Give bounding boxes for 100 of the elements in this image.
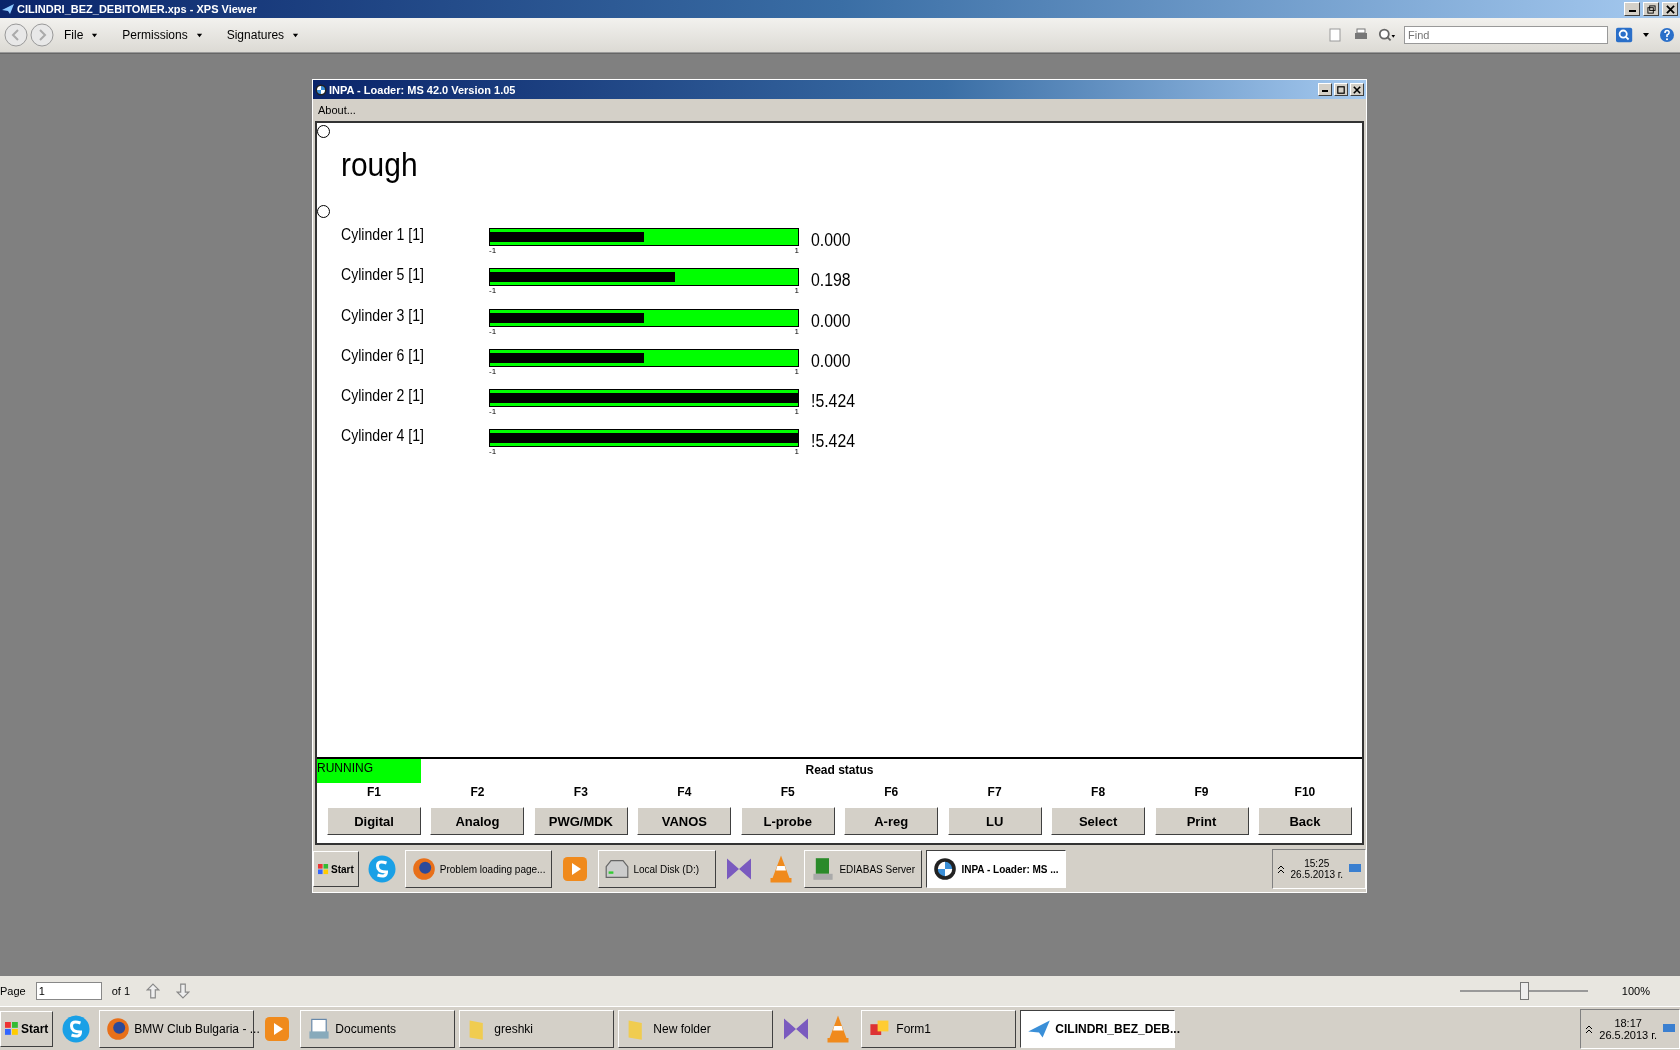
function-button[interactable]: Print (1154, 807, 1249, 835)
window-title: INPA - Loader: MS 42.0 Version 1.05 (329, 83, 516, 96)
clock-time: 18:17 (1614, 1016, 1642, 1029)
clock-date: 26.5.2013 г. (1290, 869, 1343, 880)
function-button[interactable]: Back (1257, 807, 1352, 835)
reading-value: 0.198 (811, 270, 851, 292)
taskbar-button[interactable]: Form1 (861, 1009, 1017, 1048)
cloud-icon[interactable] (366, 854, 397, 884)
reading-value: 0.000 (811, 310, 851, 332)
status-message: Read status (805, 763, 874, 777)
cylinder-label: Cylinder 4 [1] (341, 427, 425, 446)
taskbar-button[interactable]: New folder (618, 1009, 774, 1048)
function-button[interactable]: L-probe (740, 807, 835, 835)
chevron-icon[interactable] (1276, 864, 1285, 874)
key-label: F5 (780, 785, 795, 799)
function-button[interactable]: A-reg (844, 807, 939, 835)
caret-icon (195, 31, 203, 39)
flag-icon (5, 1021, 19, 1036)
scale-max: 1 (794, 366, 799, 377)
restore-icon (1646, 4, 1656, 14)
scale-min: -1 (489, 246, 497, 256)
scale-max: 1 (794, 407, 799, 418)
close-icon (1665, 4, 1675, 14)
menu-item[interactable]: File (56, 28, 107, 42)
window-title: CILINDRI_BEZ_DEBITOMER.xps - XPS Viewer (17, 3, 257, 15)
close-button[interactable] (1350, 83, 1364, 96)
function-button[interactable]: VANOS (637, 807, 732, 835)
taskbar-button[interactable]: Problem loading page... (404, 850, 553, 888)
page-label: Page (0, 985, 26, 997)
menu-item[interactable]: Signatures (218, 28, 308, 42)
start-button[interactable]: Start (313, 851, 359, 887)
forward-icon[interactable] (30, 23, 54, 47)
caret-icon (292, 31, 300, 39)
key-label: F6 (884, 785, 899, 799)
taskbar-button[interactable]: Local Disk (D:) (598, 850, 717, 888)
globe-icon (411, 857, 436, 881)
roundel-icon (315, 83, 327, 96)
cylinder-label: Cylinder 3 [1] (341, 306, 425, 325)
maximize-icon (1337, 85, 1345, 94)
search-field[interactable]: Find (1404, 26, 1608, 44)
up-arrow-icon[interactable] (146, 983, 161, 999)
close-icon (1353, 85, 1361, 94)
key-label: F4 (677, 785, 692, 799)
menu-item[interactable]: About... (318, 104, 356, 116)
key-label: F3 (573, 785, 588, 799)
search-icon[interactable] (1616, 27, 1634, 43)
function-button[interactable]: LU (947, 807, 1042, 835)
key-label: F10 (1294, 785, 1316, 799)
function-button[interactable]: Digital (327, 807, 421, 835)
page-field[interactable]: 1 (35, 982, 102, 1000)
taskbar-button[interactable]: greshki (459, 1009, 615, 1048)
function-button[interactable]: Select (1051, 807, 1146, 835)
status-indicator: RUNNING (317, 759, 421, 783)
reading-value: !5.424 (811, 391, 856, 413)
globe-icon (106, 1016, 131, 1041)
minimize-button[interactable] (1624, 2, 1640, 16)
scale-min: -1 (489, 407, 497, 418)
taskbar-button[interactable]: INPA - Loader: MS ... (926, 850, 1066, 888)
scale-max: 1 (794, 326, 799, 337)
reading-value: 0.000 (811, 350, 851, 372)
maximize-button[interactable] (1334, 83, 1348, 96)
slider-thumb[interactable] (1519, 982, 1529, 1000)
restore-button[interactable] (1643, 2, 1659, 16)
reading-value: !5.424 (811, 431, 856, 453)
taskbar-button[interactable]: Documents (300, 1009, 456, 1048)
help-icon[interactable] (1658, 27, 1676, 43)
document-icon (307, 1016, 332, 1041)
cylinder-label: Cylinder 6 [1] (341, 346, 425, 365)
clock-date: 26.5.2013 г. (1599, 1028, 1657, 1041)
down-arrow-icon[interactable] (176, 983, 191, 999)
roundel-icon (933, 857, 958, 881)
zoom-icon[interactable] (1378, 27, 1396, 43)
function-button[interactable]: PWG/MDK (533, 807, 628, 835)
key-label: F1 (367, 785, 381, 799)
scale-min: -1 (489, 366, 497, 377)
cloud-icon[interactable] (61, 1013, 92, 1044)
reading-value: 0.000 (811, 230, 851, 251)
taskbar-button[interactable]: EDIABAS Server (804, 850, 923, 888)
plane-icon (2, 3, 14, 15)
cylinder-label: Cylinder 5 [1] (341, 266, 425, 285)
key-label: F2 (470, 785, 485, 799)
scale-max: 1 (794, 447, 799, 458)
cylinder-label: Cylinder 1 [1] (341, 226, 425, 244)
menu-item[interactable]: Permissions (114, 28, 211, 42)
desktop-icon[interactable] (1349, 864, 1361, 874)
page-count: of 1 (111, 985, 131, 997)
start-button[interactable]: Start (0, 1010, 54, 1047)
minimize-icon (1628, 10, 1636, 12)
function-button[interactable]: Analog (430, 807, 525, 835)
flag-icon (318, 863, 329, 875)
desktop-icon[interactable] (1663, 1023, 1675, 1034)
key-label: F7 (987, 785, 1002, 799)
minimize-button[interactable] (1318, 83, 1332, 96)
chevron-icon[interactable] (1585, 1023, 1594, 1034)
close-button[interactable] (1662, 2, 1678, 16)
caret-icon (91, 31, 99, 39)
back-icon[interactable] (4, 23, 28, 47)
caret-icon[interactable] (1642, 31, 1650, 39)
heading: rough (341, 145, 419, 185)
scale-max: 1 (794, 246, 799, 256)
